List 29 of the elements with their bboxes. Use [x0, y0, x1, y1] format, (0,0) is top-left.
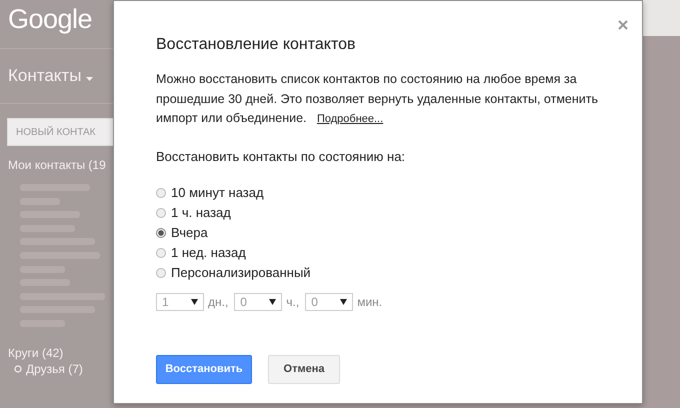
prompt-text: Восстановить контакты по состоянию на: [156, 148, 406, 164]
radio-option[interactable]: 10 минут назад [156, 182, 600, 202]
caret-icon [86, 77, 94, 81]
circle-icon [14, 364, 22, 373]
description-text: Можно восстановить список контактов по состоянию на любое время за прошедшие 30 дней. Это позволяет вернуть удаленные контакты, отменить импорт или объединение. Подробнее... [156, 71, 599, 127]
app-menu[interactable]: Контакты [0, 55, 113, 97]
radio-option[interactable]: 1 нед. назад [156, 242, 600, 262]
dropdown[interactable]: 0 [305, 292, 354, 310]
restore-button[interactable]: Восстановить [156, 354, 252, 384]
dropdown-arrow-icon [191, 298, 198, 304]
google-logo: Google [7, 3, 94, 36]
unit-label: ч., [286, 294, 300, 308]
my-contacts-item[interactable]: Мои контакты (19 [0, 158, 113, 172]
unit-label: мин. [357, 294, 382, 308]
radio-option[interactable]: 1 ч. назад [156, 202, 600, 222]
circles-item[interactable]: Круги (42) [0, 346, 113, 360]
cancel-button[interactable]: Отмена [268, 354, 340, 384]
header-bar [643, 0, 680, 36]
unit-label: дн., [208, 294, 228, 308]
dropdown[interactable]: 1 [156, 292, 204, 310]
close-icon[interactable] [618, 20, 628, 30]
circle-item[interactable]: Друзья (7) [26, 362, 83, 376]
radio-option[interactable]: Персонализированный [156, 262, 600, 282]
radio-option[interactable]: Вчера [156, 222, 600, 242]
dropdown-arrow-icon [340, 298, 348, 304]
dropdown[interactable]: 0 [234, 292, 282, 310]
dialog-title: Восстановление контактов [156, 36, 357, 54]
dropdown-arrow-icon [269, 298, 276, 304]
more-link[interactable]: Подробнее... [316, 113, 384, 125]
